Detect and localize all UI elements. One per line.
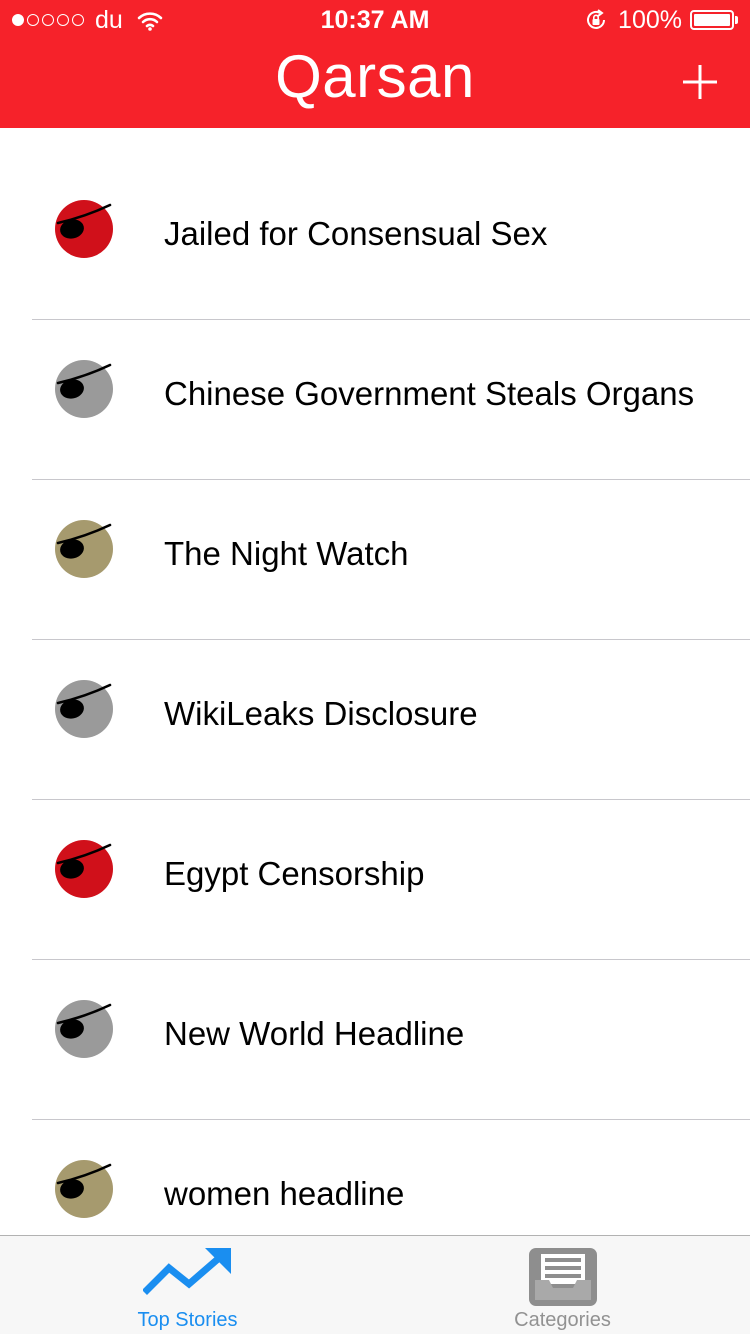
story-row[interactable]: Jailed for Consensual Sex [0, 128, 750, 320]
battery-icon [690, 10, 734, 30]
story-row[interactable]: Egypt Censorship [0, 800, 750, 960]
story-title: women headline [164, 1175, 405, 1212]
story-row[interactable]: New World Headline [0, 960, 750, 1120]
stories-list: Jailed for Consensual Sex Chinese Govern… [0, 128, 750, 1235]
inbox-tray-icon [528, 1248, 597, 1306]
pirate-eyepatch-icon [55, 1000, 113, 1058]
trending-up-icon [142, 1248, 231, 1295]
tab-categories[interactable]: Categories [375, 1236, 750, 1334]
status-right: 100% [584, 7, 738, 33]
page-title: Qarsan [275, 43, 475, 110]
story-title: WikiLeaks Disclosure [164, 695, 478, 732]
tab-top-stories[interactable]: Top Stories [0, 1236, 375, 1334]
story-title: Chinese Government Steals Organs [164, 375, 695, 412]
app-header: du 10:37 AM 100% Qarsan [0, 0, 750, 128]
battery-nub [735, 16, 738, 24]
pirate-eyepatch-icon [55, 520, 113, 578]
story-title: New World Headline [164, 1015, 465, 1052]
plus-icon[interactable] [680, 62, 720, 102]
pirate-eyepatch-icon [55, 360, 113, 418]
story-row[interactable]: WikiLeaks Disclosure [0, 640, 750, 800]
story-row[interactable]: Chinese Government Steals Organs [0, 320, 750, 480]
rotation-lock-icon [587, 9, 606, 29]
story-title: The Night Watch [164, 535, 409, 572]
pirate-eyepatch-icon [55, 840, 113, 898]
battery-percentage: 100% [618, 6, 682, 34]
pirate-eyepatch-icon [55, 200, 113, 258]
story-row[interactable]: women headline [0, 1120, 750, 1235]
status-bar: du 10:37 AM 100% [0, 0, 750, 40]
story-title: Jailed for Consensual Sex [164, 215, 548, 252]
tab-label: Top Stories [137, 1309, 238, 1331]
tab-label: Categories [514, 1309, 611, 1331]
tab-bar: Top Stories Categories [0, 1235, 750, 1334]
pirate-eyepatch-icon [55, 1160, 113, 1218]
story-row[interactable]: The Night Watch [0, 480, 750, 640]
pirate-eyepatch-icon [55, 680, 113, 738]
story-title: Egypt Censorship [164, 855, 425, 892]
